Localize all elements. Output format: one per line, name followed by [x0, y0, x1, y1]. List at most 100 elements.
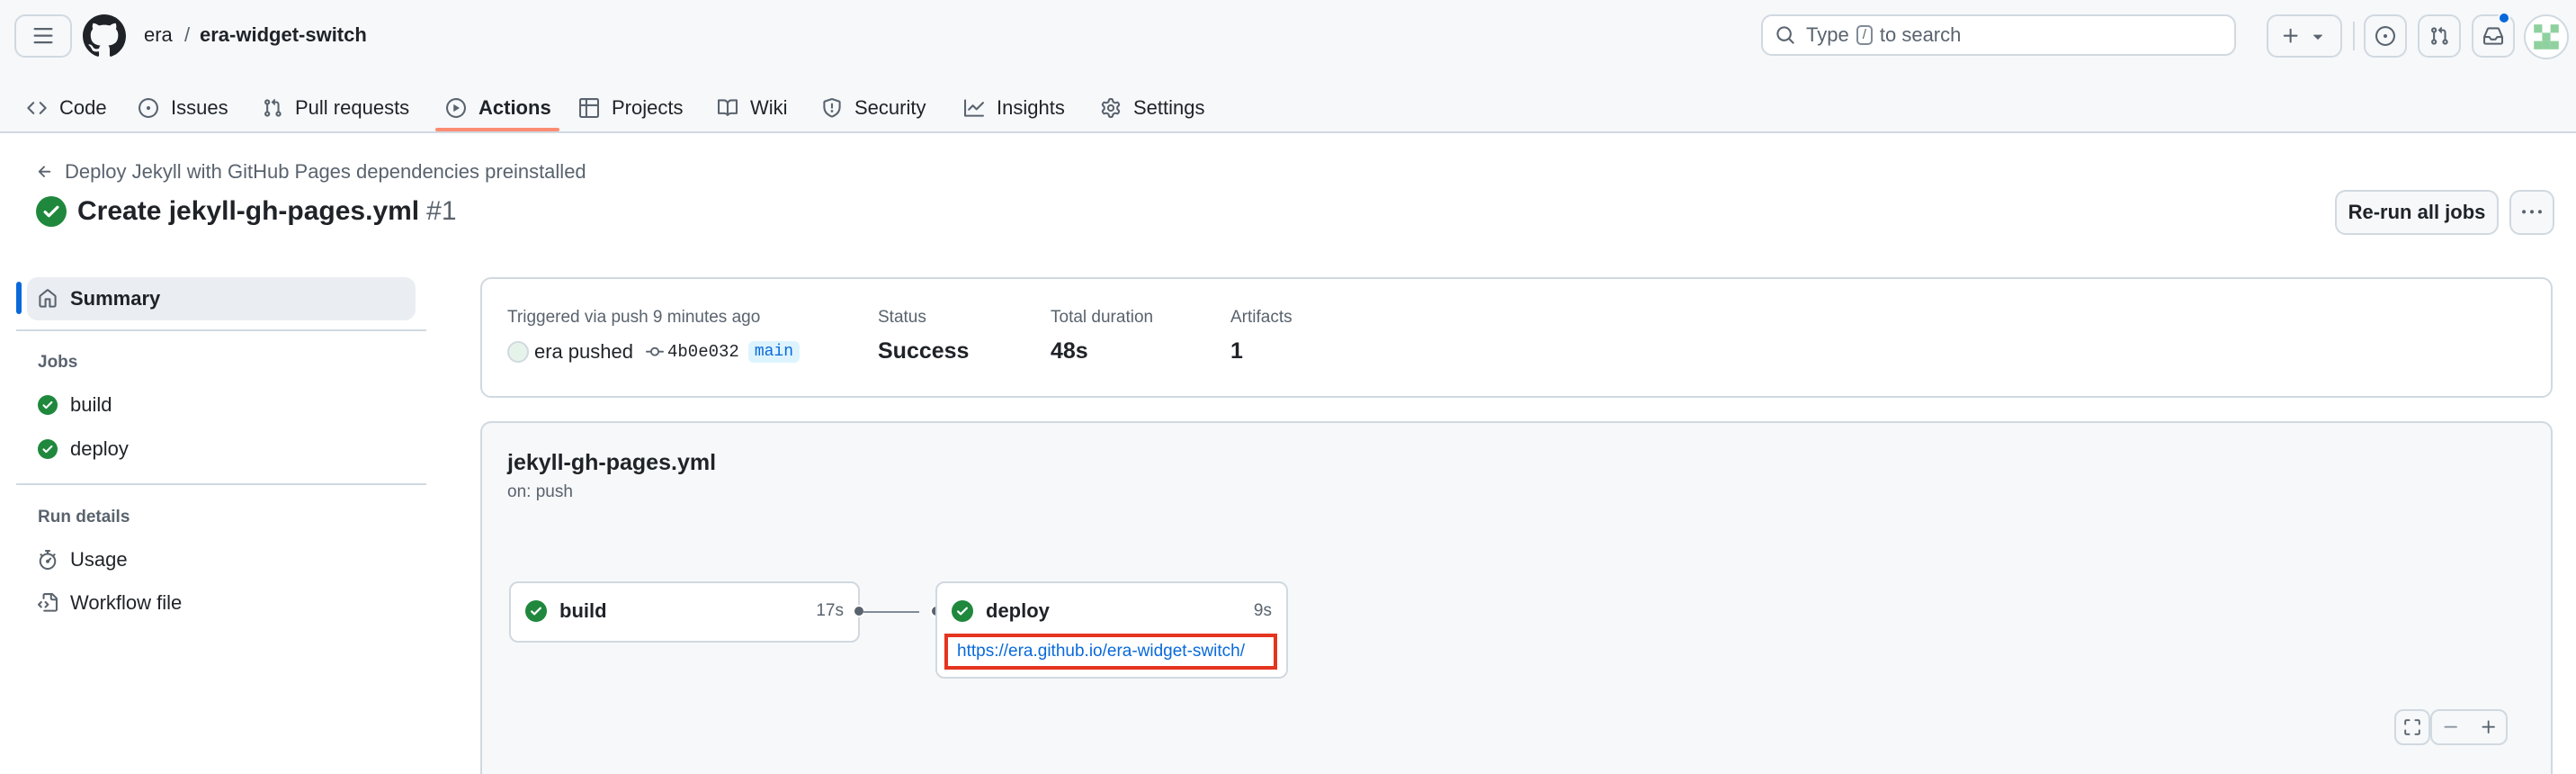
- tab-settings-label: Settings: [1133, 96, 1205, 119]
- run-title-text: Create jekyll-gh-pages.yml: [77, 196, 420, 226]
- workflow-trigger: on: push: [507, 482, 573, 501]
- issue-opened-icon: [139, 98, 158, 118]
- hamburger-icon: [33, 28, 53, 44]
- tab-security-label: Security: [854, 96, 926, 119]
- home-icon: [39, 289, 57, 308]
- artifacts-value[interactable]: 1: [1230, 338, 1243, 364]
- job-dependency-line: [863, 611, 919, 613]
- book-icon: [718, 99, 738, 116]
- table-icon: [579, 98, 599, 118]
- status-value: Success: [878, 338, 970, 364]
- actor-action: pushed: [568, 340, 633, 363]
- git-pull-request-icon: [264, 98, 282, 117]
- triangle-down-icon: [2312, 34, 2323, 40]
- tab-wiki[interactable]: Wiki: [718, 83, 788, 133]
- app-header: era / era-widget-switch Type / to search…: [0, 0, 2576, 133]
- menu-button[interactable]: [14, 14, 72, 58]
- tab-projects-label: Projects: [612, 96, 684, 119]
- sidebar-job-label: deploy: [70, 437, 129, 460]
- github-logo-icon[interactable]: [83, 14, 126, 58]
- user-avatar[interactable]: [2524, 14, 2569, 59]
- tab-actions[interactable]: Actions: [446, 83, 551, 133]
- header-divider: [2353, 22, 2355, 50]
- tab-insights[interactable]: Insights: [964, 83, 1065, 133]
- trigger-text: Triggered via push 9 minutes ago: [507, 308, 761, 327]
- tab-issues[interactable]: Issues: [139, 83, 228, 133]
- shield-icon: [823, 98, 841, 118]
- run-summary-card: Triggered via push 9 minutes ago era pus…: [480, 277, 2553, 398]
- arrow-left-icon: [38, 166, 51, 177]
- tab-wiki-label: Wiki: [750, 96, 788, 119]
- play-icon: [446, 98, 466, 118]
- job-name: build: [559, 599, 607, 622]
- run-details-heading: Run details: [38, 508, 130, 526]
- tab-pull-requests-label: Pull requests: [295, 96, 410, 119]
- breadcrumb-separator: /: [184, 23, 191, 46]
- screen-full-icon: [2404, 719, 2420, 735]
- sidebar-item-usage[interactable]: Usage: [38, 544, 128, 576]
- rerun-all-jobs-button[interactable]: Re-run all jobs: [2335, 190, 2499, 235]
- actor-avatar: [507, 341, 529, 363]
- zoom-out-button[interactable]: [2432, 711, 2470, 743]
- tab-projects[interactable]: Projects: [579, 83, 683, 133]
- workflow-back-link[interactable]: Deploy Jekyll with GitHub Pages dependen…: [36, 158, 586, 185]
- zoom-in-button[interactable]: [2470, 711, 2508, 743]
- dash-icon: [2444, 725, 2457, 728]
- commit-sha-link[interactable]: 4b0e032: [667, 342, 739, 362]
- tab-security[interactable]: Security: [822, 83, 926, 133]
- repo-navigation: Code Issues Pull requests Actions Projec…: [0, 83, 2576, 133]
- graph-icon: [964, 99, 984, 117]
- job-node-build[interactable]: build 17s: [509, 581, 860, 643]
- sidebar-divider: [16, 483, 426, 485]
- check-circle-fill-icon: [38, 395, 58, 415]
- zoom-controls: [2430, 709, 2508, 745]
- issue-opened-icon: [2375, 26, 2395, 46]
- artifacts-label: Artifacts: [1230, 308, 1292, 327]
- tab-settings[interactable]: Settings: [1101, 83, 1205, 133]
- tab-pull-requests[interactable]: Pull requests: [263, 83, 409, 133]
- duration-label: Total duration: [1051, 308, 1154, 327]
- tab-code[interactable]: Code: [27, 83, 107, 133]
- plus-icon: [2482, 720, 2495, 734]
- check-circle-fill-icon: [525, 600, 547, 622]
- push-info: era pushed 4b0e032 main: [507, 340, 801, 364]
- sidebar-divider: [16, 329, 426, 331]
- job-node-title: deploy: [952, 599, 1050, 623]
- check-circle-fill-icon: [38, 439, 58, 459]
- workflow-name-link[interactable]: Deploy Jekyll with GitHub Pages dependen…: [65, 158, 586, 185]
- search-icon: [1776, 26, 1794, 44]
- deployment-url-link[interactable]: https://era.github.io/era-widget-switch/: [944, 634, 1277, 670]
- plus-icon: [2283, 28, 2298, 43]
- search-shortcut-key: /: [1856, 25, 1873, 45]
- your-pull-requests-button[interactable]: [2418, 14, 2461, 58]
- job-node-title: build: [525, 599, 607, 623]
- identicon-icon: [2534, 24, 2559, 50]
- job-duration: 9s: [1253, 601, 1272, 620]
- sidebar-job-build[interactable]: build: [38, 389, 112, 421]
- tab-actions-label: Actions: [479, 96, 551, 119]
- more-options-button[interactable]: [2509, 190, 2554, 235]
- sidebar-item-workflow-file[interactable]: Workflow file: [38, 587, 182, 619]
- sidebar-item-summary[interactable]: Summary: [27, 277, 416, 320]
- status-label: Status: [878, 308, 926, 327]
- job-node-deploy[interactable]: deploy 9s https://era.github.io/era-widg…: [935, 581, 1288, 679]
- gear-icon: [1101, 98, 1121, 118]
- branch-label[interactable]: main: [747, 341, 801, 363]
- search-input[interactable]: Type / to search: [1761, 14, 2236, 56]
- create-new-button[interactable]: [2267, 14, 2342, 58]
- sidebar-workflow-file-label: Workflow file: [70, 591, 183, 614]
- duration-value: 48s: [1051, 338, 1088, 364]
- stopwatch-icon: [39, 550, 57, 570]
- sidebar-active-indicator: [16, 282, 22, 314]
- your-issues-button[interactable]: [2364, 14, 2407, 58]
- breadcrumb-repo[interactable]: era-widget-switch: [200, 22, 367, 49]
- tab-code-label: Code: [59, 96, 107, 119]
- inbox-icon: [2483, 27, 2503, 45]
- actor-name[interactable]: era: [534, 340, 563, 364]
- check-circle-fill-icon: [36, 196, 67, 227]
- fullscreen-button[interactable]: [2394, 709, 2430, 745]
- breadcrumb-owner[interactable]: era: [144, 22, 173, 49]
- check-circle-fill-icon: [952, 600, 973, 622]
- sidebar-job-deploy[interactable]: deploy: [38, 433, 129, 465]
- tab-insights-label: Insights: [997, 96, 1065, 119]
